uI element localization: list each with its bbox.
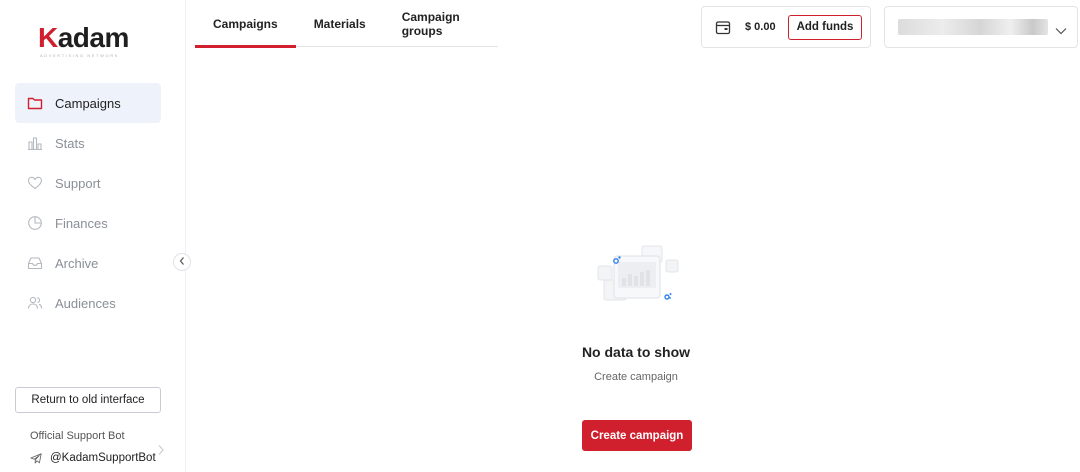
logo-text: adam [57, 22, 130, 53]
sidebar-item-label: Support [55, 175, 101, 191]
logo-letter-k: K [38, 22, 58, 53]
create-campaign-button[interactable]: Create campaign [582, 420, 692, 451]
support-bot-handle: @KadamSupportBot [50, 452, 156, 464]
sidebar-item-support[interactable]: Support [15, 163, 161, 203]
tab-campaigns[interactable]: Campaigns [195, 0, 296, 48]
sidebar-nav: Campaigns Stats Support Finances Archive… [15, 83, 161, 323]
balance-amount: $ 0.00 [745, 21, 776, 33]
folder-icon [27, 95, 43, 111]
empty-state-illustration [594, 242, 680, 308]
sidebar-item-archive[interactable]: Archive [15, 243, 161, 283]
collapse-sidebar-button[interactable] [173, 253, 191, 271]
return-to-old-interface-button[interactable]: Return to old interface [15, 387, 161, 413]
users-icon [27, 295, 43, 311]
sidebar-item-campaigns[interactable]: Campaigns [15, 83, 161, 123]
empty-state-title: No data to show [581, 344, 691, 360]
tab-campaign-groups[interactable]: Campaign groups [384, 0, 498, 47]
app-root: Kadam ADVERTISING NETWORK Campaigns Stat… [0, 0, 1080, 472]
campaign-tabs: Campaigns Materials Campaign groups [195, 0, 498, 48]
kadam-logo[interactable]: Kadam ADVERTISING NETWORK [38, 24, 129, 59]
sidebar-item-stats[interactable]: Stats [15, 123, 161, 163]
sidebar-item-finances[interactable]: Finances [15, 203, 161, 243]
logo-tagline: ADVERTISING NETWORK [40, 53, 119, 58]
support-bot-link[interactable]: @KadamSupportBot [30, 452, 156, 464]
empty-state-subtitle: Create campaign [594, 371, 678, 383]
account-name-redacted [898, 19, 1048, 35]
chevron-right-icon[interactable] [157, 443, 165, 461]
logo-wordmark: Kadam [38, 24, 129, 52]
wallet-icon [715, 20, 731, 35]
telegram-icon [30, 452, 42, 464]
inbox-icon [27, 255, 43, 271]
account-selector[interactable] [884, 6, 1078, 48]
chevron-left-icon [178, 253, 186, 271]
pie-chart-icon [27, 215, 43, 231]
heart-icon [27, 175, 43, 191]
sidebar-item-label: Stats [55, 135, 85, 151]
sidebar-item-label: Campaigns [55, 95, 121, 111]
add-funds-button[interactable]: Add funds [787, 14, 863, 40]
sidebar-item-label: Finances [55, 215, 108, 231]
chevron-down-icon [1055, 22, 1067, 40]
sidebar-item-label: Archive [55, 255, 99, 271]
wallet-panel: $ 0.00 Add funds [701, 6, 871, 48]
sidebar: Kadam ADVERTISING NETWORK Campaigns Stat… [0, 0, 186, 472]
tab-materials[interactable]: Materials [296, 0, 384, 47]
bar-chart-icon [27, 135, 43, 151]
sidebar-item-audiences[interactable]: Audiences [15, 283, 161, 323]
sidebar-item-label: Audiences [55, 295, 116, 311]
support-bot-title: Official Support Bot [30, 430, 125, 442]
